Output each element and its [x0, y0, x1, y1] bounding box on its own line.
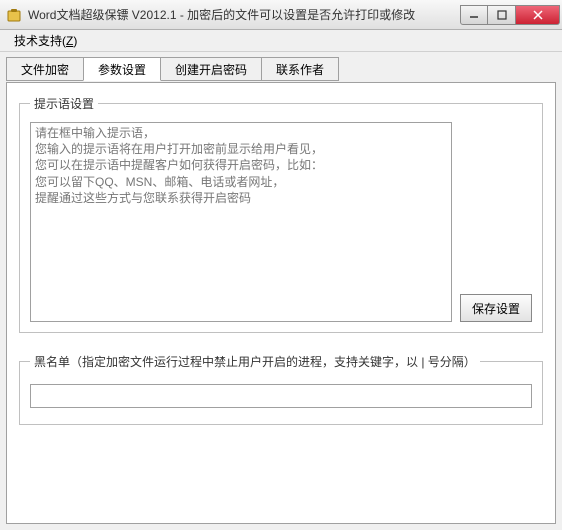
tab-panel: 提示语设置 保存设置 黑名单（指定加密文件运行过程中禁止用户开启的进程，支持关键… [6, 82, 556, 524]
menu-tech-support-key: Z [66, 34, 73, 48]
hint-fieldset: 提示语设置 保存设置 [19, 95, 543, 333]
tab-create-password[interactable]: 创建开启密码 [160, 57, 262, 81]
menu-tech-support[interactable]: 技术支持(Z) [6, 30, 85, 51]
hint-legend: 提示语设置 [30, 95, 98, 112]
hint-textarea[interactable] [30, 122, 452, 322]
title-bar: Word文档超级保镖 V2012.1 - 加密后的文件可以设置是否允许打印或修改 [0, 0, 562, 30]
tab-param-settings[interactable]: 参数设置 [83, 57, 161, 81]
menu-bar: 技术支持(Z) [0, 30, 562, 52]
tab-contact-author[interactable]: 联系作者 [261, 57, 339, 81]
window-controls [460, 5, 560, 25]
blacklist-fieldset: 黑名单（指定加密文件运行过程中禁止用户开启的进程，支持关键字，以 | 号分隔） [19, 353, 543, 425]
blacklist-input[interactable] [30, 384, 532, 408]
tab-file-encrypt[interactable]: 文件加密 [6, 57, 84, 81]
menu-tech-support-label: 技术支持 [14, 34, 62, 48]
save-button[interactable]: 保存设置 [460, 294, 532, 322]
client-area: 文件加密 参数设置 创建开启密码 联系作者 提示语设置 保存设置 黑名单（指定加… [0, 52, 562, 530]
minimize-button[interactable] [460, 5, 488, 25]
maximize-button[interactable] [488, 5, 516, 25]
window-title: Word文档超级保镖 V2012.1 - 加密后的文件可以设置是否允许打印或修改 [28, 6, 460, 23]
app-icon [6, 7, 22, 23]
blacklist-legend: 黑名单（指定加密文件运行过程中禁止用户开启的进程，支持关键字，以 | 号分隔） [30, 353, 480, 370]
close-button[interactable] [516, 5, 560, 25]
tab-strip: 文件加密 参数设置 创建开启密码 联系作者 [6, 56, 556, 80]
